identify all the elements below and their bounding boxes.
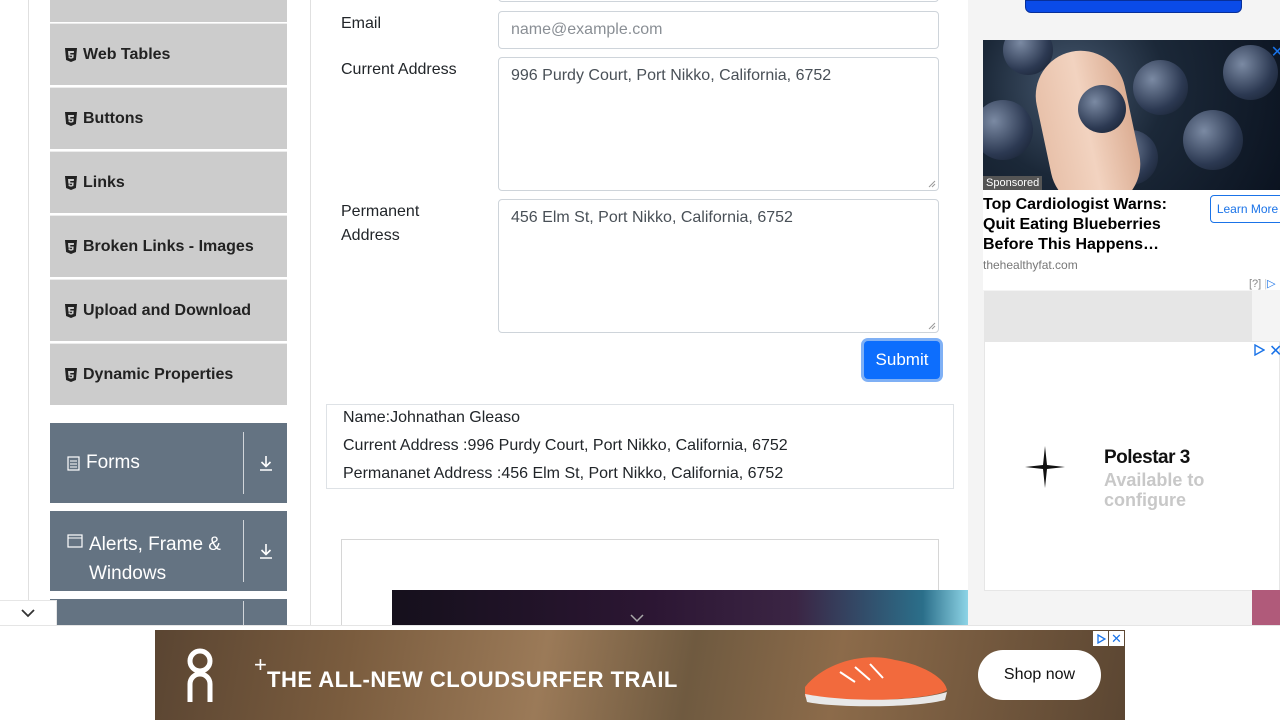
- sidebar-item-label: Upload and Download: [83, 301, 251, 319]
- sidebar-item-label: Web Tables: [83, 45, 171, 63]
- adchoices-icon: ▷: [1267, 278, 1276, 290]
- html5-icon: [65, 239, 77, 254]
- adchoices-icon[interactable]: [1093, 631, 1108, 646]
- html5-icon: [65, 47, 77, 62]
- sidebar-item-label: Dynamic Properties: [83, 365, 234, 383]
- resize-handle-icon[interactable]: [928, 322, 936, 330]
- ad-edge-strip: [1252, 590, 1280, 630]
- html5-icon: [65, 175, 77, 190]
- divider: [243, 601, 244, 627]
- permanent-address-field[interactable]: 456 Elm St, Port Nikko, California, 6752: [498, 199, 939, 333]
- output-name: Name:Johnathan Gleaso: [343, 409, 520, 426]
- ad-headline[interactable]: Top Cardiologist Warns: Quit Eating Blue…: [983, 195, 1203, 255]
- adchoices-icon[interactable]: [1253, 343, 1266, 361]
- current-address-field[interactable]: 996 Purdy Court, Port Nikko, California,…: [498, 57, 939, 191]
- polestar-ad[interactable]: ✕ Polestar 3 Available to configure: [984, 341, 1280, 591]
- polestar-logo-icon: [1025, 446, 1065, 493]
- sidebar-group-label: Forms: [86, 452, 140, 473]
- resize-handle-icon[interactable]: [928, 180, 936, 188]
- close-icon[interactable]: ✕: [1109, 631, 1124, 646]
- sidebar-item-links[interactable]: Links: [50, 151, 287, 213]
- html5-icon: [65, 303, 77, 318]
- close-icon[interactable]: ✕: [1269, 341, 1280, 361]
- permanent-address-label: Permanent Address: [341, 203, 420, 244]
- email-label: Email: [341, 15, 382, 32]
- output-permanent-address: Permananet Address :456 Elm St, Port Nik…: [343, 465, 784, 482]
- blueberry-ad[interactable]: Sponsored Top Cardiologist Warns: Quit E…: [983, 40, 1280, 290]
- sidebar-item-previous[interactable]: [50, 0, 287, 22]
- email-placeholder: name@example.com: [511, 21, 663, 38]
- sidebar-group-label: Alerts, Frame & Windows: [89, 534, 221, 584]
- current-address-label: Current Address: [341, 61, 457, 78]
- ad-pattern-background: [984, 291, 1252, 341]
- submit-button[interactable]: Submit: [864, 341, 940, 379]
- sidebar-group-forms[interactable]: Forms: [50, 423, 287, 503]
- sponsored-badge: Sponsored: [983, 176, 1043, 190]
- permanent-address-value: 456 Elm St, Port Nikko, California, 6752: [511, 209, 793, 226]
- sidebar-group-alerts[interactable]: Alerts, Frame & Windows: [50, 511, 287, 591]
- collapse-toggle[interactable]: [0, 600, 57, 627]
- sidebar-item-label: Buttons: [83, 109, 144, 127]
- ad-brand: Polestar 3: [1104, 447, 1190, 468]
- sidebar-item-dynamic-properties[interactable]: Dynamic Properties: [50, 343, 287, 405]
- ad-image: [983, 40, 1280, 190]
- sidebar-item-label: Broken Links - Images: [83, 237, 254, 255]
- sidebar-item-web-tables[interactable]: Web Tables: [50, 23, 287, 85]
- top-ad-button[interactable]: [1025, 0, 1242, 13]
- ad-tagline: Available to configure: [1104, 470, 1205, 510]
- html5-icon: [65, 111, 77, 126]
- divider: [243, 520, 244, 582]
- window-icon: [67, 534, 83, 548]
- download-icon[interactable]: [244, 455, 287, 471]
- document-icon: [67, 455, 80, 471]
- on-logo-icon: [185, 648, 215, 709]
- sidebar-right-border: [310, 0, 311, 625]
- current-address-value: 996 Purdy Court, Port Nikko, California,…: [511, 67, 832, 84]
- bottom-banner-ad[interactable]: + THE ALL-NEW CLOUDSURFER TRAIL Shop now…: [155, 630, 1125, 720]
- ad-info-link[interactable]: [?] |▷: [1249, 277, 1276, 290]
- email-field[interactable]: name@example.com: [498, 11, 939, 49]
- video-ad-strip[interactable]: [392, 590, 969, 630]
- html5-icon: [65, 367, 77, 382]
- ad-source[interactable]: thehealthyfat.com: [983, 258, 1078, 272]
- sidebar-item-broken-links[interactable]: Broken Links - Images: [50, 215, 287, 277]
- close-icon[interactable]: ✕: [1271, 42, 1280, 62]
- divider: [243, 432, 244, 494]
- output-current-address: Current Address :996 Purdy Court, Port N…: [343, 437, 788, 454]
- sidebar-item-label: Links: [83, 173, 125, 191]
- sidebar-item-upload-download[interactable]: Upload and Download: [50, 279, 287, 341]
- previous-field[interactable]: [498, 0, 939, 2]
- plus-icon: +: [254, 652, 267, 677]
- learn-more-button[interactable]: Learn More: [1210, 195, 1280, 223]
- output-panel: Name:Johnathan Gleaso Current Address :9…: [326, 404, 954, 489]
- sidebar-item-buttons[interactable]: Buttons: [50, 87, 287, 149]
- shop-now-button[interactable]: Shop now: [978, 650, 1101, 700]
- sidebar-left-border: [28, 0, 29, 625]
- shoe-image: [795, 642, 955, 717]
- chevron-down-icon: [20, 605, 36, 623]
- banner-slogan: THE ALL-NEW CLOUDSURFER TRAIL: [267, 667, 678, 692]
- download-icon[interactable]: [244, 543, 287, 559]
